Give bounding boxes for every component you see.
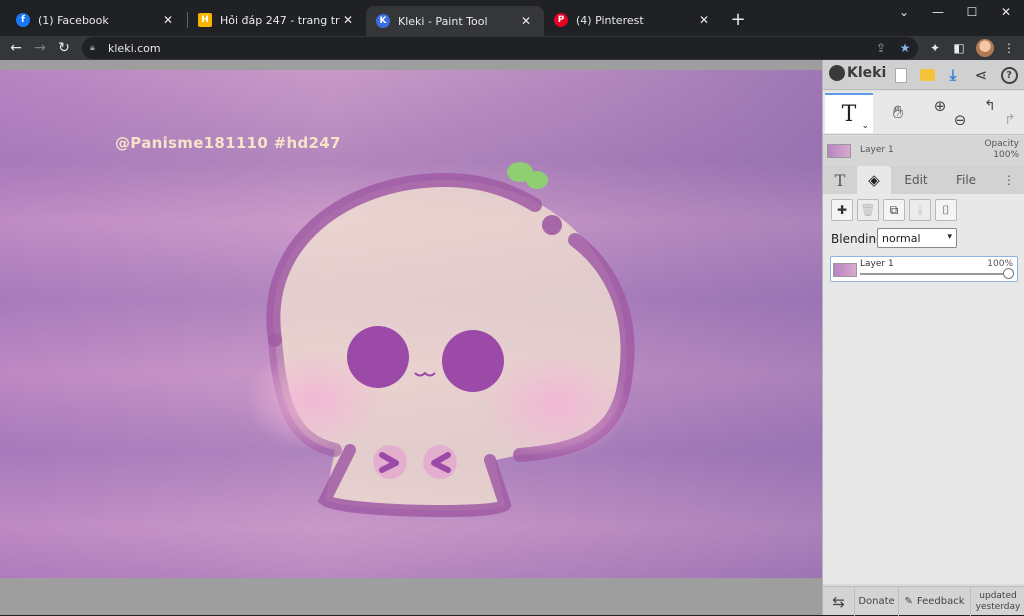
address-url: kleki.com bbox=[108, 41, 161, 55]
layers-stack-icon: ◈ bbox=[868, 171, 880, 189]
tool-row: T ⌄ ✋︎ ⊕ ⊖ ↰ ↱ bbox=[823, 91, 1024, 135]
chevron-down-icon[interactable]: ⌄ bbox=[861, 121, 869, 131]
kleki-logo-text: Kleki bbox=[847, 65, 887, 81]
layers-panel: ✚ 🗑︎ ⧉ ⤓ ⌷ Blending normal ▾ Layer 1 100… bbox=[823, 194, 1024, 584]
tab-tool-settings[interactable]: T bbox=[823, 166, 857, 194]
hand-tool-icon[interactable]: ✋︎ bbox=[885, 99, 911, 125]
opacity-value: 100% bbox=[993, 150, 1019, 160]
reload-icon[interactable]: ↻ bbox=[54, 38, 74, 58]
skull-artwork bbox=[245, 162, 635, 518]
pinterest-favicon-icon: P bbox=[554, 13, 568, 27]
tab-file[interactable]: File bbox=[943, 166, 989, 194]
kleki-logo-icon bbox=[829, 65, 845, 81]
sidebar-header: Kleki ⤓ ⋖ ? bbox=[823, 60, 1024, 90]
kleki-sidebar: Kleki ⤓ ⋖ ? T ⌄ ✋︎ ⊕ ⊖ ↰ ↱ Layer 1 Opacit… bbox=[822, 60, 1024, 616]
merge-layer-button[interactable]: ⤓ bbox=[909, 199, 931, 221]
tab-title: Kleki - Paint Tool bbox=[398, 14, 488, 28]
feedback-button[interactable]: ✎ Feedback bbox=[899, 587, 971, 616]
share-page-icon[interactable]: ⇪ bbox=[872, 39, 890, 57]
canvas-workspace[interactable]: @Panisme181110 #hd247 bbox=[0, 60, 822, 615]
help-icon[interactable]: ? bbox=[999, 65, 1019, 85]
rename-layer-button[interactable]: ⌷ bbox=[935, 199, 957, 221]
lock-icon: 🔒︎ bbox=[90, 43, 95, 53]
tab-search-chevron-icon[interactable]: ⌄ bbox=[888, 0, 920, 24]
sidebar-tabs: T ◈ Edit File ⋮ bbox=[823, 166, 1024, 194]
tab-kleki[interactable]: K Kleki - Paint Tool ✕ bbox=[366, 6, 544, 36]
browser-toolbar: ← → ↻ 🔒︎ kleki.com ⇪ ★ ✦ ◧ ⋮ bbox=[0, 36, 1024, 60]
layer-opacity-slider-track[interactable] bbox=[860, 273, 1010, 275]
open-folder-icon[interactable] bbox=[917, 65, 937, 85]
tab-title: (1) Facebook bbox=[38, 13, 109, 27]
swap-sides-icon[interactable]: ⇆ bbox=[823, 587, 855, 616]
chevron-down-icon: ▾ bbox=[947, 232, 952, 242]
extensions-puzzle-icon[interactable]: ✦ bbox=[926, 39, 944, 57]
delete-layer-button[interactable]: 🗑︎ bbox=[857, 199, 879, 221]
updated-line-1: updated bbox=[979, 590, 1017, 601]
sidebar-footer: ⇆ Donate ✎ Feedback updated yesterday bbox=[823, 586, 1024, 616]
close-tab-icon[interactable]: ✕ bbox=[160, 12, 176, 28]
maximize-window-icon[interactable]: ☐ bbox=[956, 0, 988, 24]
tab-hoidap247[interactable]: H Hỏi đáp 247 - trang tra loi ✕ bbox=[188, 6, 366, 34]
address-bar[interactable]: 🔒︎ kleki.com bbox=[82, 37, 918, 59]
download-icon[interactable]: ⤓ bbox=[943, 65, 963, 85]
zoom-out-icon[interactable]: ⊖ bbox=[947, 107, 973, 133]
new-tab-button[interactable]: + bbox=[728, 9, 748, 30]
duplicate-layer-button[interactable]: ⧉ bbox=[883, 199, 905, 221]
current-layer-opacity: Opacity 100% bbox=[984, 139, 1019, 161]
current-layer-preview[interactable]: Layer 1 Opacity 100% bbox=[823, 136, 1024, 166]
layer-opacity-slider-handle[interactable] bbox=[1003, 268, 1014, 279]
redo-icon[interactable]: ↱ bbox=[997, 107, 1023, 133]
feedback-pencil-icon: ✎ bbox=[904, 596, 913, 607]
layer-thumbnail bbox=[827, 144, 851, 158]
layer-thumbnail bbox=[833, 263, 857, 277]
facebook-favicon-icon: f bbox=[16, 13, 30, 27]
kleki-favicon-icon: K bbox=[376, 14, 390, 28]
share-icon[interactable]: ⋖ bbox=[971, 65, 991, 85]
opacity-label: Opacity bbox=[984, 139, 1019, 149]
tab-title: (4) Pinterest bbox=[576, 13, 644, 27]
layer-list-item[interactable]: Layer 1 100% bbox=[830, 256, 1018, 282]
close-tab-icon[interactable]: ✕ bbox=[696, 12, 712, 28]
side-panel-icon[interactable]: ◧ bbox=[950, 39, 968, 57]
drawing-canvas[interactable]: @Panisme181110 #hd247 bbox=[0, 70, 822, 578]
chrome-menu-icon[interactable]: ⋮ bbox=[1000, 39, 1018, 57]
updated-line-2: yesterday bbox=[975, 601, 1021, 612]
blending-mode-select[interactable]: normal ▾ bbox=[877, 228, 957, 248]
close-window-icon[interactable]: ✕ bbox=[990, 0, 1022, 24]
kleki-logo: Kleki bbox=[829, 65, 886, 81]
bookmark-star-icon[interactable]: ★ bbox=[896, 39, 914, 57]
back-arrow-icon[interactable]: ← bbox=[6, 38, 26, 58]
close-tab-icon[interactable]: ✕ bbox=[518, 13, 534, 29]
tab-pinterest[interactable]: P (4) Pinterest ✕ bbox=[544, 6, 722, 34]
minimize-window-icon[interactable]: — bbox=[922, 0, 954, 24]
add-layer-button[interactable]: ✚ bbox=[831, 199, 853, 221]
layer-name: Layer 1 bbox=[860, 259, 894, 269]
current-layer-name: Layer 1 bbox=[860, 145, 894, 155]
tab-edit[interactable]: Edit bbox=[893, 166, 939, 194]
text-tool-button[interactable]: T ⌄ bbox=[825, 93, 873, 133]
new-image-icon[interactable] bbox=[891, 65, 911, 85]
feedback-label: Feedback bbox=[916, 596, 965, 607]
blending-mode-value: normal bbox=[882, 231, 921, 245]
tab-facebook[interactable]: f (1) Facebook ✕ bbox=[6, 6, 186, 34]
more-options-icon[interactable]: ⋮ bbox=[999, 166, 1019, 194]
blending-label: Blending bbox=[831, 232, 884, 246]
close-tab-icon[interactable]: ✕ bbox=[340, 12, 356, 28]
donate-button[interactable]: Donate bbox=[855, 587, 899, 616]
tab-layers[interactable]: ◈ bbox=[857, 166, 891, 194]
forward-arrow-icon[interactable]: → bbox=[30, 38, 50, 58]
hoidap-favicon-icon: H bbox=[198, 13, 212, 27]
updated-info[interactable]: updated yesterday bbox=[971, 587, 1024, 616]
profile-avatar[interactable] bbox=[976, 39, 994, 57]
tab-title: Hỏi đáp 247 - trang tra loi bbox=[220, 13, 340, 27]
tab-strip: f (1) Facebook ✕ H Hỏi đáp 247 - trang t… bbox=[0, 0, 1024, 36]
